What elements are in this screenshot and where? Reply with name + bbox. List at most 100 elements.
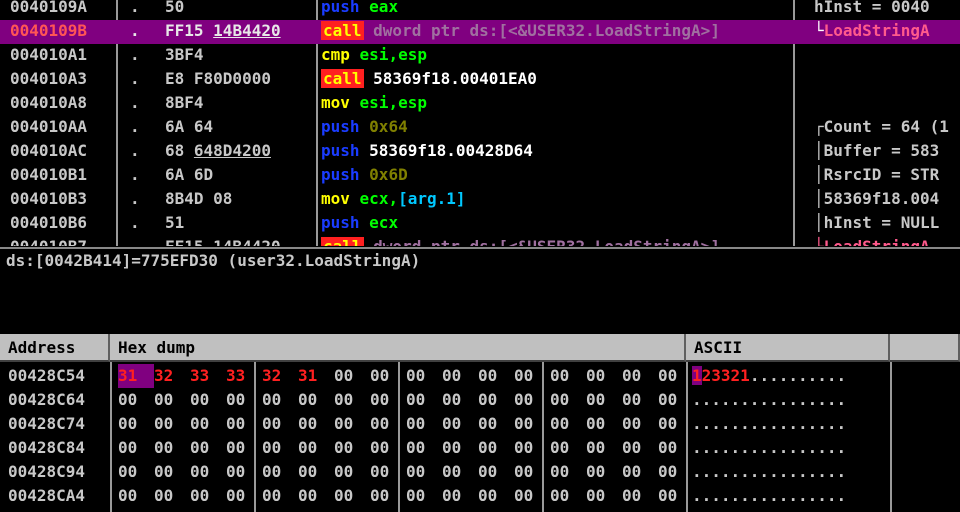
hex-byte[interactable]: 00 — [478, 460, 514, 484]
hex-byte[interactable]: 00 — [370, 412, 406, 436]
hex-byte[interactable]: 00 — [514, 484, 550, 508]
hex-byte[interactable]: 00 — [478, 388, 514, 412]
hex-byte[interactable]: 00 — [478, 412, 514, 436]
hex-byte[interactable]: 00 — [658, 460, 694, 484]
hex-byte[interactable]: 31 — [118, 364, 154, 388]
hex-byte[interactable]: 32 — [154, 364, 190, 388]
hex-byte[interactable]: 00 — [334, 388, 370, 412]
hex-byte[interactable]: 00 — [442, 364, 478, 388]
hex-byte[interactable]: 00 — [298, 460, 334, 484]
hex-byte[interactable]: 00 — [154, 388, 190, 412]
hex-byte[interactable]: 00 — [226, 484, 262, 508]
hex-byte[interactable]: 00 — [190, 436, 226, 460]
column-header-address[interactable]: Address — [0, 334, 110, 362]
hex-byte[interactable]: 00 — [586, 412, 622, 436]
disasm-row-selected[interactable]: 0040109B. FF15 14B4420 call dword ptr ds:[… — [0, 20, 960, 44]
hex-byte[interactable]: 00 — [550, 484, 586, 508]
hex-byte[interactable]: 00 — [262, 388, 298, 412]
hex-dump-row[interactable]: 00428C64 00 00 00 00 00 00 00 00 00 00 00 00 00 00 00 00… — [0, 388, 960, 412]
hex-byte[interactable]: 00 — [226, 412, 262, 436]
hex-byte[interactable]: 33 — [190, 364, 226, 388]
hex-byte[interactable]: 00 — [190, 484, 226, 508]
hex-byte[interactable]: 00 — [442, 388, 478, 412]
hex-byte[interactable]: 00 — [442, 484, 478, 508]
hex-byte[interactable]: 00 — [658, 484, 694, 508]
hex-dump-row[interactable]: 00428C94 00 00 00 00 00 00 00 00 00 00 00 00 00 00 00 00… — [0, 460, 960, 484]
disasm-row[interactable]: 004010B3. 8B4D 08 mov ecx,[arg.1] │58369f18… — [0, 188, 960, 212]
hex-byte[interactable]: 00 — [226, 436, 262, 460]
hex-byte[interactable]: 00 — [226, 388, 262, 412]
hex-byte[interactable]: 00 — [118, 412, 154, 436]
hex-byte[interactable]: 00 — [118, 436, 154, 460]
hex-byte[interactable]: 00 — [550, 436, 586, 460]
hex-byte[interactable]: 00 — [622, 412, 658, 436]
hex-byte[interactable]: 00 — [118, 460, 154, 484]
hex-byte[interactable]: 00 — [550, 388, 586, 412]
hex-byte[interactable]: 00 — [298, 388, 334, 412]
hex-byte[interactable]: 33 — [226, 364, 262, 388]
hex-byte[interactable]: 00 — [406, 460, 442, 484]
column-header-ascii[interactable]: ASCII — [686, 334, 890, 362]
hex-dump-pane[interactable]: Address Hex dump ASCII 00428C54 31 32 33 33 3… — [0, 334, 960, 512]
hex-byte[interactable]: 00 — [586, 388, 622, 412]
hex-byte[interactable]: 00 — [478, 364, 514, 388]
hex-dump-row[interactable]: 00428CA4 00 00 00 00 00 00 00 00 00 00 00 00 00 00 00 00… — [0, 484, 960, 508]
hex-byte[interactable]: 00 — [334, 460, 370, 484]
column-header-hex-dump[interactable]: Hex dump — [110, 334, 686, 362]
hex-byte[interactable]: 00 — [262, 436, 298, 460]
hex-byte[interactable]: 00 — [478, 436, 514, 460]
hex-byte[interactable]: 00 — [406, 484, 442, 508]
hex-byte[interactable]: 00 — [514, 388, 550, 412]
hex-byte[interactable]: 00 — [370, 460, 406, 484]
hex-byte[interactable]: 00 — [298, 436, 334, 460]
hex-byte[interactable]: 32 — [262, 364, 298, 388]
hex-byte[interactable]: 00 — [514, 364, 550, 388]
hex-byte[interactable]: 00 — [442, 460, 478, 484]
hex-byte[interactable]: 00 — [622, 388, 658, 412]
hex-byte[interactable]: 00 — [658, 412, 694, 436]
hex-byte[interactable]: 00 — [370, 388, 406, 412]
hex-byte[interactable]: 00 — [118, 388, 154, 412]
hex-dump-row[interactable]: 00428C74 00 00 00 00 00 00 00 00 00 00 00 00 00 00 00 00… — [0, 412, 960, 436]
hex-byte[interactable]: 00 — [334, 436, 370, 460]
hex-byte[interactable]: 00 — [514, 436, 550, 460]
hex-byte[interactable]: 00 — [658, 388, 694, 412]
hex-byte[interactable]: 00 — [622, 436, 658, 460]
hex-byte[interactable]: 00 — [442, 436, 478, 460]
hex-byte[interactable]: 00 — [550, 412, 586, 436]
hex-byte[interactable]: 00 — [118, 484, 154, 508]
hex-byte[interactable]: 00 — [406, 388, 442, 412]
hex-byte[interactable]: 00 — [298, 484, 334, 508]
hex-byte[interactable]: 00 — [622, 460, 658, 484]
hex-byte[interactable]: 00 — [442, 412, 478, 436]
hex-byte[interactable]: 00 — [226, 460, 262, 484]
hex-byte[interactable]: 00 — [586, 460, 622, 484]
hex-byte[interactable]: 00 — [262, 484, 298, 508]
disasm-row[interactable]: 004010A3. E8 F80D0000 call 58369f18.00401E… — [0, 68, 960, 92]
hex-byte[interactable]: 00 — [154, 436, 190, 460]
disasm-row[interactable]: 004010A8. 8BF4 mov esi,esp — [0, 92, 960, 116]
hex-dump-row[interactable]: 00428C54 31 32 33 33 32 31 00 00 00 00 00 00 00 00 00 00… — [0, 364, 960, 388]
hex-byte[interactable]: 00 — [478, 484, 514, 508]
hex-byte[interactable]: 00 — [262, 460, 298, 484]
hex-byte[interactable]: 00 — [262, 412, 298, 436]
hex-byte[interactable]: 00 — [190, 388, 226, 412]
hex-byte[interactable]: 00 — [622, 364, 658, 388]
hex-byte[interactable]: 31 — [298, 364, 334, 388]
hex-dump-row[interactable]: 00428C84 00 00 00 00 00 00 00 00 00 00 00 00 00 00 00 00… — [0, 436, 960, 460]
hex-byte[interactable]: 00 — [334, 412, 370, 436]
hex-byte[interactable]: 00 — [370, 364, 406, 388]
hex-byte[interactable]: 00 — [154, 460, 190, 484]
hex-byte[interactable]: 00 — [622, 484, 658, 508]
hex-byte[interactable]: 00 — [154, 412, 190, 436]
disassembly-pane[interactable]: 0040109A. 50 push eax hInst = 0040 0040109B.… — [0, 0, 960, 246]
hex-byte[interactable]: 00 — [514, 460, 550, 484]
disasm-row[interactable]: 0040109A. 50 push eax hInst = 0040 — [0, 0, 960, 20]
hex-byte[interactable]: 00 — [586, 364, 622, 388]
hex-byte[interactable]: 00 — [514, 412, 550, 436]
hex-byte[interactable]: 00 — [334, 484, 370, 508]
hex-byte[interactable]: 00 — [406, 412, 442, 436]
hex-byte[interactable]: 00 — [550, 460, 586, 484]
disasm-row[interactable]: 004010B1. 6A 6D push 0x6D │RsrcID = STR — [0, 164, 960, 188]
hex-byte[interactable]: 00 — [334, 364, 370, 388]
